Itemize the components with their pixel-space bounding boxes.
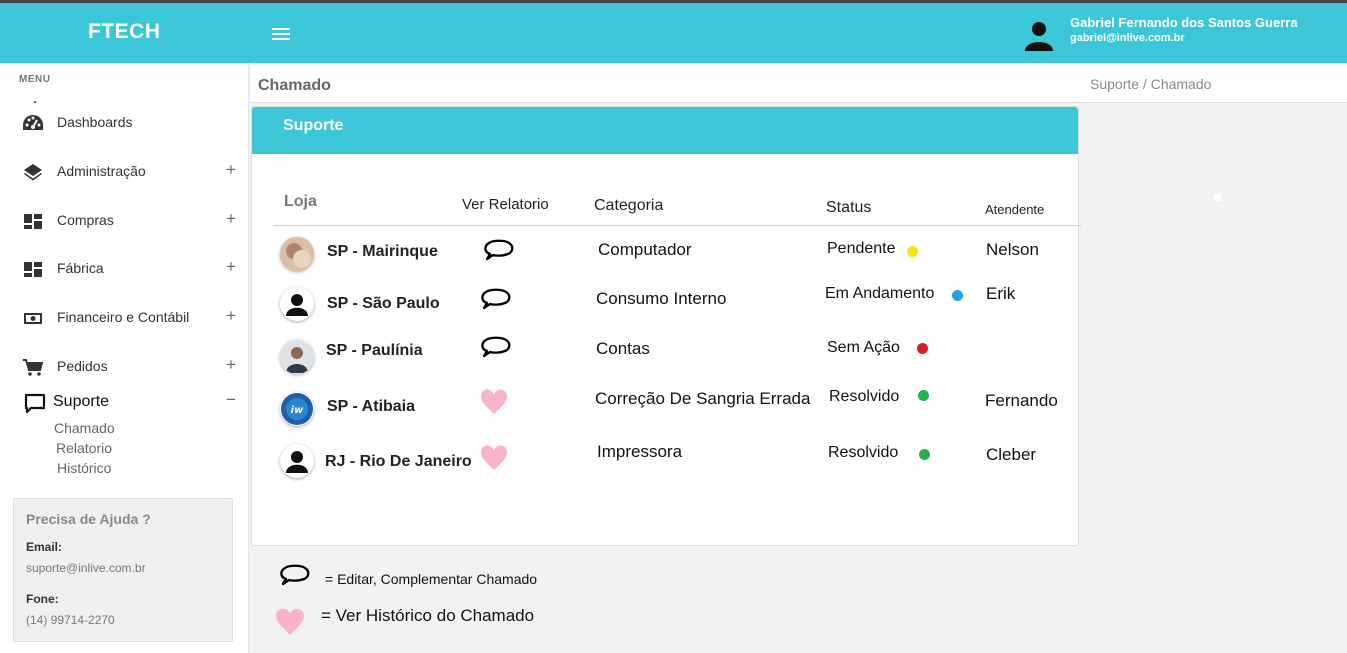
brand-logo[interactable]: FTECH <box>88 20 161 44</box>
layers-icon <box>24 164 42 181</box>
sidebar-item-fabrica[interactable]: Fábrica + <box>0 254 249 284</box>
expand-icon[interactable]: + <box>223 257 239 277</box>
company-logo-avatar: iw <box>280 392 314 426</box>
menu-dot <box>34 101 36 103</box>
sidebar-item-label: Dashboards <box>57 114 133 130</box>
header-divider <box>273 225 1081 226</box>
page-header-bar: Chamado Suporte / Chamado <box>250 63 1347 103</box>
help-email-label: Email: <box>26 540 63 554</box>
category: Correção De Sangria Errada <box>595 389 811 408</box>
speech-bubble-icon[interactable] <box>478 336 512 362</box>
attendant: Cleber <box>986 445 1037 464</box>
status-text: Pendente <box>827 240 896 257</box>
decorative-dot <box>1214 194 1221 201</box>
sidebar-item-dashboards[interactable]: Dashboards <box>0 108 249 138</box>
collapse-icon[interactable]: − <box>223 390 239 410</box>
sidebar-item-compras[interactable]: Compras + <box>0 206 249 236</box>
money-icon <box>24 313 42 324</box>
category: Consumo Interno <box>596 289 727 308</box>
legend-heart-icon <box>276 608 304 635</box>
help-email[interactable]: suporte@inlive.com.br <box>26 561 146 575</box>
store-avatar <box>280 237 314 271</box>
status-text: Resolvido <box>828 444 899 461</box>
sidebar-item-label: Suporte <box>53 393 110 410</box>
store-name: RJ - Rio De Janeiro <box>325 453 472 470</box>
sidebar-item-label: Administração <box>57 163 146 179</box>
store-name: SP - Mairinque <box>327 243 438 260</box>
status-dot-red <box>917 343 928 354</box>
card-title: Suporte <box>283 117 344 134</box>
sidebar-item-label: Compras <box>57 212 114 228</box>
submenu-historico[interactable]: Histórico <box>57 460 111 476</box>
status-dot-green <box>918 390 929 401</box>
column-header-categoria: Categoria <box>594 197 664 214</box>
sidebar-item-label: Financeiro e Contábil <box>57 309 190 325</box>
card-header: Suporte <box>252 107 1078 154</box>
top-bar: FTECH Gabriel Fernando dos Santos Guerra… <box>0 0 1347 63</box>
sidebar: MENU Dashboards Administração + Compras … <box>0 63 249 653</box>
heart-icon[interactable] <box>480 444 508 472</box>
column-header-loja: Loja <box>284 193 317 210</box>
user-email: gabriel@inlive.com.br <box>1070 32 1185 44</box>
menu-header: MENU <box>19 74 51 85</box>
store-name: SP - Paulínia <box>326 342 423 359</box>
sidebar-item-label: Pedidos <box>57 358 108 374</box>
sidebar-item-financeiro[interactable]: Financeiro e Contábil + <box>0 303 249 333</box>
legend-heart-text: = Ver Histórico do Chamado <box>321 606 535 625</box>
column-header-ver-relatorio: Ver Relatorio <box>462 196 549 213</box>
submenu-relatorio[interactable]: Relatorio <box>56 440 112 456</box>
help-phone: (14) 99714-2270 <box>26 613 115 627</box>
legend-speech-bubble-icon <box>280 564 310 586</box>
chat-icon <box>24 393 46 413</box>
expand-icon[interactable]: + <box>223 209 239 229</box>
expand-icon[interactable]: + <box>223 355 239 375</box>
sidebar-item-administracao[interactable]: Administração + <box>0 157 249 187</box>
person-avatar-icon <box>280 444 314 478</box>
sidebar-item-pedidos[interactable]: Pedidos + <box>0 352 249 382</box>
cart-icon <box>23 359 44 376</box>
store-name: SP - São Paulo <box>327 295 440 312</box>
user-name[interactable]: Gabriel Fernando dos Santos Guerra <box>1070 15 1298 30</box>
attendant: Fernando <box>985 391 1058 410</box>
status-text: Em Andamento <box>825 285 935 302</box>
category: Contas <box>596 339 650 358</box>
attendant: Nelson <box>986 240 1039 259</box>
sidebar-item-suporte[interactable]: Suporte − <box>0 387 249 417</box>
status-dot-blue <box>952 290 963 301</box>
dashboard-grid-icon <box>24 214 42 229</box>
heart-icon[interactable] <box>480 388 508 416</box>
status-text: Sem Ação <box>827 339 900 356</box>
person-avatar-icon <box>280 287 314 321</box>
column-header-atendente: Atendente <box>985 202 1045 217</box>
category: Computador <box>598 240 692 259</box>
expand-icon[interactable]: + <box>223 160 239 180</box>
hamburger-menu-icon[interactable] <box>272 28 290 41</box>
status-dot-yellow <box>907 246 918 257</box>
help-phone-label: Fone: <box>26 592 59 606</box>
column-header-status: Status <box>826 199 872 216</box>
status-dot-green <box>919 449 930 460</box>
help-title: Precisa de Ajuda ? <box>26 511 151 527</box>
user-avatar-icon[interactable] <box>1023 19 1055 51</box>
store-avatar <box>280 340 314 374</box>
svg-text:iw: iw <box>291 405 304 416</box>
attendant: Erik <box>986 284 1016 303</box>
submenu-chamado[interactable]: Chamado <box>54 420 115 436</box>
support-card: Suporte Loja Ver Relatorio Categoria Sta… <box>251 106 1081 546</box>
status-text: Resolvido <box>829 388 900 405</box>
help-box: Precisa de Ajuda ? Email: suporte@inlive… <box>13 498 233 642</box>
breadcrumb[interactable]: Suporte / Chamado <box>1090 76 1211 92</box>
dashboard-icon <box>23 115 43 130</box>
dashboard-grid-icon <box>24 262 42 277</box>
store-name: SP - Atibaia <box>327 398 416 415</box>
expand-icon[interactable]: + <box>223 306 239 326</box>
category: Impressora <box>597 442 683 461</box>
page-title: Chamado <box>258 77 331 94</box>
legend-bubble-text: = Editar, Complementar Chamado <box>325 571 538 587</box>
speech-bubble-icon[interactable] <box>481 239 515 265</box>
sidebar-item-label: Fábrica <box>57 260 104 276</box>
speech-bubble-icon[interactable] <box>478 288 512 314</box>
